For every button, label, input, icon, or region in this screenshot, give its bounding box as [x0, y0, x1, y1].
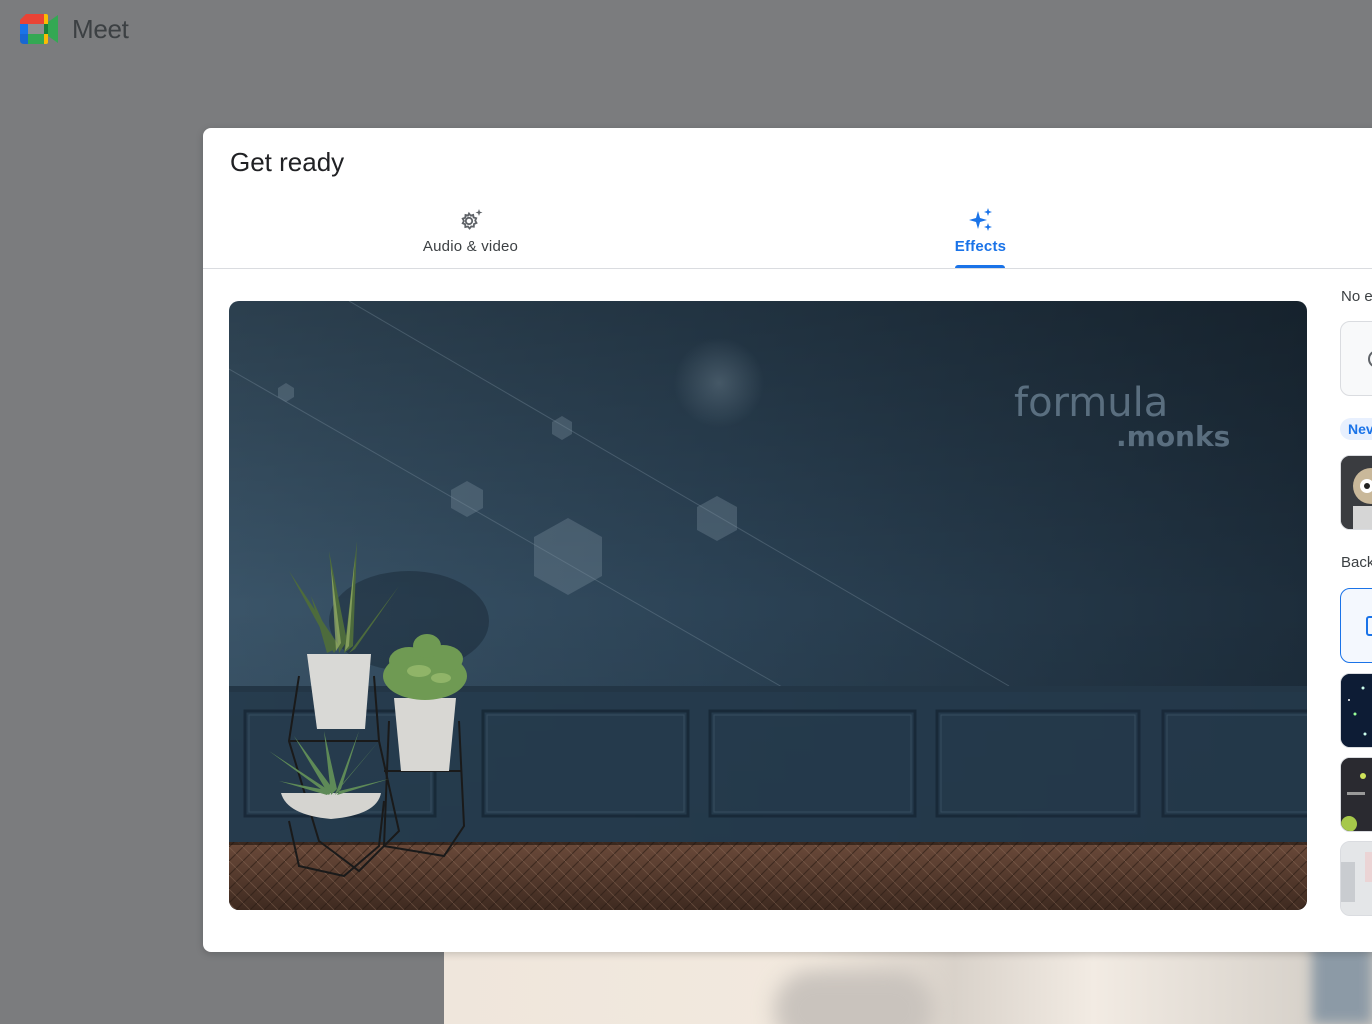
get-ready-dialog: Get ready Audio & video Effects formula …	[203, 128, 1372, 952]
tab-audio-video[interactable]: Audio & video	[358, 200, 583, 268]
dialog-title: Get ready	[230, 147, 345, 177]
background-option-formula-monks[interactable]	[1340, 757, 1372, 832]
effect-option-robot[interactable]	[1340, 455, 1372, 530]
office-background-thumbnail	[1341, 842, 1372, 915]
dialog-tabs: Audio & video Effects	[203, 200, 1372, 269]
no-effect-icon	[1368, 351, 1372, 367]
camera-preview: formula .monks	[229, 301, 1307, 910]
background-option-space[interactable]	[1340, 673, 1372, 748]
tab-audio-video-label: Audio & video	[422, 238, 519, 255]
sparkle-icon	[968, 208, 992, 231]
background-video-preview	[444, 940, 1372, 1024]
robot-effect-thumbnail	[1341, 456, 1372, 529]
settings-sparkle-icon	[460, 209, 482, 230]
background-option-office[interactable]	[1340, 841, 1372, 916]
no-effects-section-label: No e	[1341, 288, 1372, 305]
tab-effects-label: Effects	[954, 238, 1007, 255]
virtual-background-image: formula .monks	[229, 301, 1307, 910]
watermark-monks: .monks	[1116, 420, 1230, 453]
new-badge: Nev	[1340, 418, 1372, 440]
tab-selected-indicator	[955, 265, 1005, 268]
upload-background-option[interactable]	[1340, 588, 1372, 663]
meet-logo-icon	[20, 14, 58, 44]
top-bar: Meet	[0, 0, 1372, 62]
formula-monks-background-thumbnail	[1341, 758, 1372, 831]
space-background-thumbnail	[1341, 674, 1372, 747]
app-name: Meet	[72, 14, 129, 44]
backgrounds-section-label: Back	[1341, 554, 1372, 571]
effects-side-panel: No e Nev Back	[1340, 288, 1372, 928]
no-effect-option[interactable]	[1340, 321, 1372, 396]
tab-effects[interactable]: Effects	[903, 200, 1058, 268]
upload-image-icon	[1366, 616, 1372, 636]
